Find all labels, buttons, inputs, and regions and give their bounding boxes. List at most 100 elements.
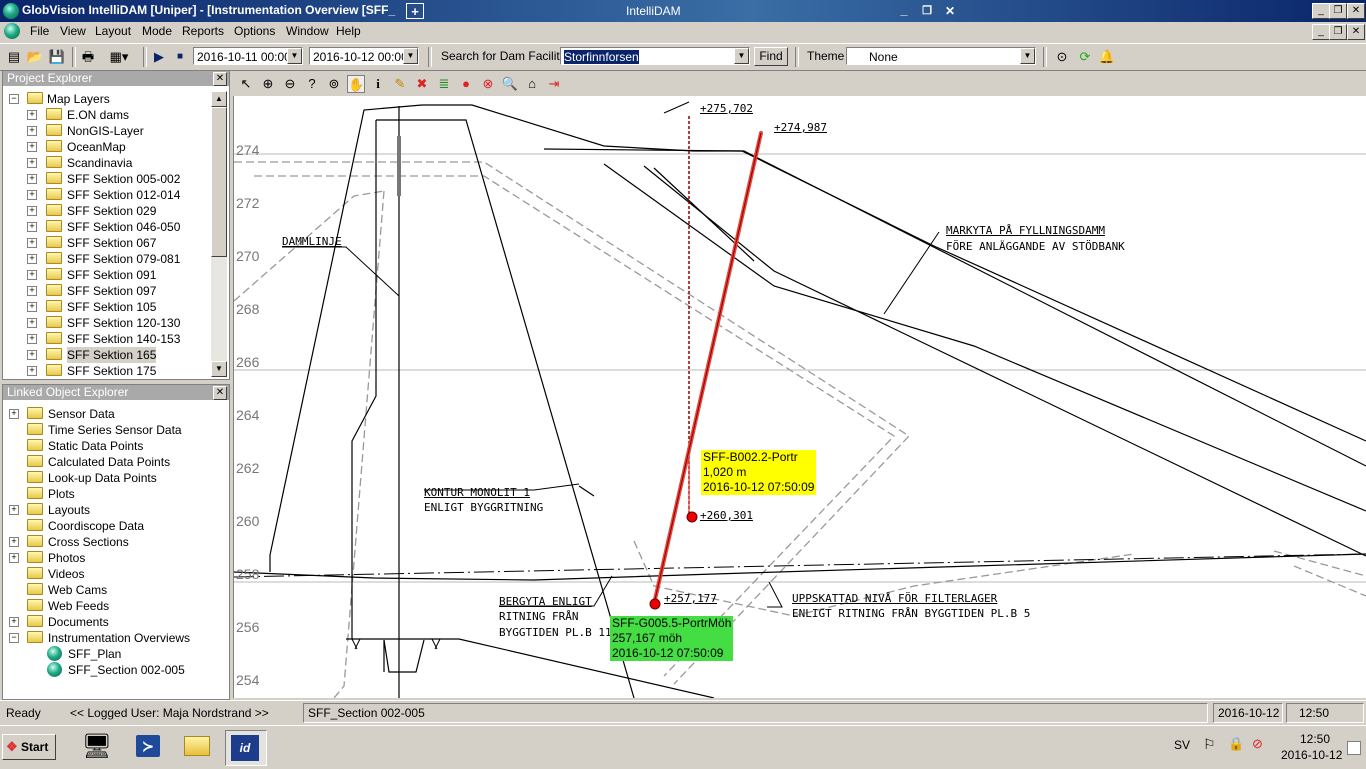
expand-icon[interactable]: +: [9, 553, 19, 563]
security-icon[interactable]: 🔒: [1228, 736, 1244, 752]
print-icon[interactable]: 🖶: [79, 48, 97, 66]
tree-item-layer[interactable]: + SFF Sektion 012-014: [9, 187, 209, 203]
menu-view[interactable]: View: [60, 24, 86, 38]
tree-item-layer[interactable]: + SFF Sektion 005-002: [9, 171, 209, 187]
close-button[interactable]: ✕: [1347, 3, 1365, 19]
expand-icon[interactable]: +: [27, 318, 37, 328]
expand-icon[interactable]: +: [27, 174, 37, 184]
sensor-g005-annotation[interactable]: SFF-G005.5-PortrMöh 257,167 möh 2016-10-…: [610, 616, 734, 661]
exit-icon[interactable]: ⇥: [545, 75, 563, 93]
pointer-icon[interactable]: ↖: [237, 75, 255, 93]
tree-item-layer[interactable]: + SFF Sektion 091: [9, 267, 209, 283]
project-scrollbar[interactable]: ▲ ▼: [211, 91, 227, 377]
linked-tree-item[interactable]: Static Data Points: [9, 438, 219, 454]
expand-icon[interactable]: +: [27, 142, 37, 152]
expand-icon[interactable]: +: [27, 254, 37, 264]
restore-icon[interactable]: +: [406, 3, 424, 19]
overview-item[interactable]: SFF_Section 002-005: [9, 662, 219, 678]
menu-window[interactable]: Window: [286, 24, 329, 38]
linked-tree-item[interactable]: Web Feeds: [9, 598, 219, 614]
clock-date[interactable]: 2016-10-12: [1281, 748, 1342, 762]
expand-icon[interactable]: +: [27, 286, 37, 296]
expand-icon[interactable]: +: [27, 222, 37, 232]
linked-tree-item[interactable]: + Documents: [9, 614, 219, 630]
linked-tree-item[interactable]: + Layouts: [9, 502, 219, 518]
expand-icon[interactable]: +: [9, 537, 19, 547]
doc-restore-button[interactable]: ❐: [1329, 24, 1347, 40]
layout-dropdown-icon[interactable]: ▦▾: [101, 48, 137, 66]
overview-item[interactable]: SFF_Plan: [9, 646, 219, 662]
binoculars-icon[interactable]: ⊙: [1053, 48, 1071, 66]
map-canvas[interactable]: 274 272 270 268 266 264 262 260 258 256 …: [233, 96, 1366, 698]
tree-item-layer[interactable]: + SFF Sektion 046-050: [9, 219, 209, 235]
tree-item-layer[interactable]: + SFF Sektion 097: [9, 283, 209, 299]
expand-icon[interactable]: +: [27, 110, 37, 120]
linked-tree-item[interactable]: Time Series Sensor Data: [9, 422, 219, 438]
file-explorer-icon[interactable]: [180, 730, 214, 764]
close-icon[interactable]: ✕: [213, 386, 227, 400]
tree-item-layer[interactable]: + SFF Sektion 079-081: [9, 251, 209, 267]
dam-search-combo[interactable]: Storfinnforsen ▼: [560, 47, 750, 65]
menu-layout[interactable]: Layout: [95, 24, 131, 38]
expand-icon[interactable]: +: [27, 190, 37, 200]
inner-close-button[interactable]: ✕: [941, 3, 959, 19]
sensor-b002-annotation[interactable]: SFF-B002.2-Portr 1,020 m 2016-10-12 07:5…: [701, 450, 817, 495]
expand-icon[interactable]: +: [27, 334, 37, 344]
tree-item-layer[interactable]: + SFF Sektion 120-130: [9, 315, 209, 331]
start-button[interactable]: ❖ Start: [2, 734, 56, 760]
document-icon[interactable]: [4, 23, 20, 39]
play-icon[interactable]: ▶: [150, 48, 168, 66]
refresh-icon[interactable]: ⟳: [1076, 48, 1094, 66]
expand-icon[interactable]: +: [27, 350, 37, 360]
linked-tree-item[interactable]: Look-up Data Points: [9, 470, 219, 486]
collapse-icon[interactable]: −: [9, 94, 19, 104]
doc-close-button[interactable]: ✕: [1347, 24, 1365, 40]
expand-icon[interactable]: +: [9, 409, 19, 419]
menu-mode[interactable]: Mode: [142, 24, 172, 38]
flag-icon[interactable]: ⚐: [1203, 736, 1216, 753]
tree-item-layer[interactable]: + SFF Sektion 029: [9, 203, 209, 219]
linked-tree-item[interactable]: Calculated Data Points: [9, 454, 219, 470]
intellidam-task-icon[interactable]: id: [225, 730, 267, 766]
linked-tree-item[interactable]: Videos: [9, 566, 219, 582]
save-icon[interactable]: 💾: [48, 48, 66, 66]
expand-icon[interactable]: +: [27, 238, 37, 248]
tree-item-layer[interactable]: + NonGIS-Layer: [9, 123, 209, 139]
language-indicator[interactable]: SV: [1174, 738, 1190, 752]
zoom-help-icon[interactable]: ?: [303, 75, 321, 93]
menu-file[interactable]: File: [30, 24, 49, 38]
minimize-button[interactable]: _: [1312, 3, 1330, 19]
inner-restore-button[interactable]: ❐: [918, 3, 936, 19]
expand-icon[interactable]: +: [27, 302, 37, 312]
tree-item-layer[interactable]: + SFF Sektion 165: [9, 347, 209, 363]
expand-icon[interactable]: +: [9, 505, 19, 515]
expand-icon[interactable]: +: [27, 270, 37, 280]
linked-tree-item[interactable]: Web Cams: [9, 582, 219, 598]
zoom-extent-icon[interactable]: ⊚: [325, 75, 343, 93]
open-folder-icon[interactable]: 📂: [26, 48, 44, 66]
scroll-down-icon[interactable]: ▼: [211, 361, 227, 377]
chevron-down-icon[interactable]: ▼: [287, 48, 302, 64]
home-icon[interactable]: ⌂: [523, 75, 541, 93]
doc-minimize-button[interactable]: _: [1312, 24, 1330, 40]
measure-icon[interactable]: ✎: [391, 75, 409, 93]
server-manager-icon[interactable]: 🖥: [80, 730, 114, 764]
expand-icon[interactable]: +: [27, 206, 37, 216]
search-map-icon[interactable]: 🔍: [501, 75, 519, 93]
expand-icon[interactable]: +: [27, 126, 37, 136]
tree-root-map-layers[interactable]: − Map Layers: [9, 91, 209, 107]
properties-icon[interactable]: ▤: [5, 48, 23, 66]
clear-icon[interactable]: ✖: [413, 75, 431, 93]
close-icon[interactable]: ✕: [213, 72, 227, 86]
tree-item-layer[interactable]: + OceanMap: [9, 139, 209, 155]
scroll-up-icon[interactable]: ▲: [211, 91, 227, 107]
date-from-select[interactable]: 2016-10-11 00:00 ▼: [193, 47, 303, 65]
maximize-button[interactable]: ❐: [1329, 3, 1347, 19]
tree-item-layer[interactable]: + SFF Sektion 105: [9, 299, 209, 315]
tree-item-layer[interactable]: + SFF Sektion 175: [9, 363, 209, 379]
expand-icon[interactable]: +: [9, 617, 19, 627]
collapse-icon[interactable]: −: [9, 633, 19, 643]
expand-icon[interactable]: +: [27, 158, 37, 168]
tree-item-layer[interactable]: + Scandinavia: [9, 155, 209, 171]
linked-tree-item[interactable]: + Cross Sections: [9, 534, 219, 550]
